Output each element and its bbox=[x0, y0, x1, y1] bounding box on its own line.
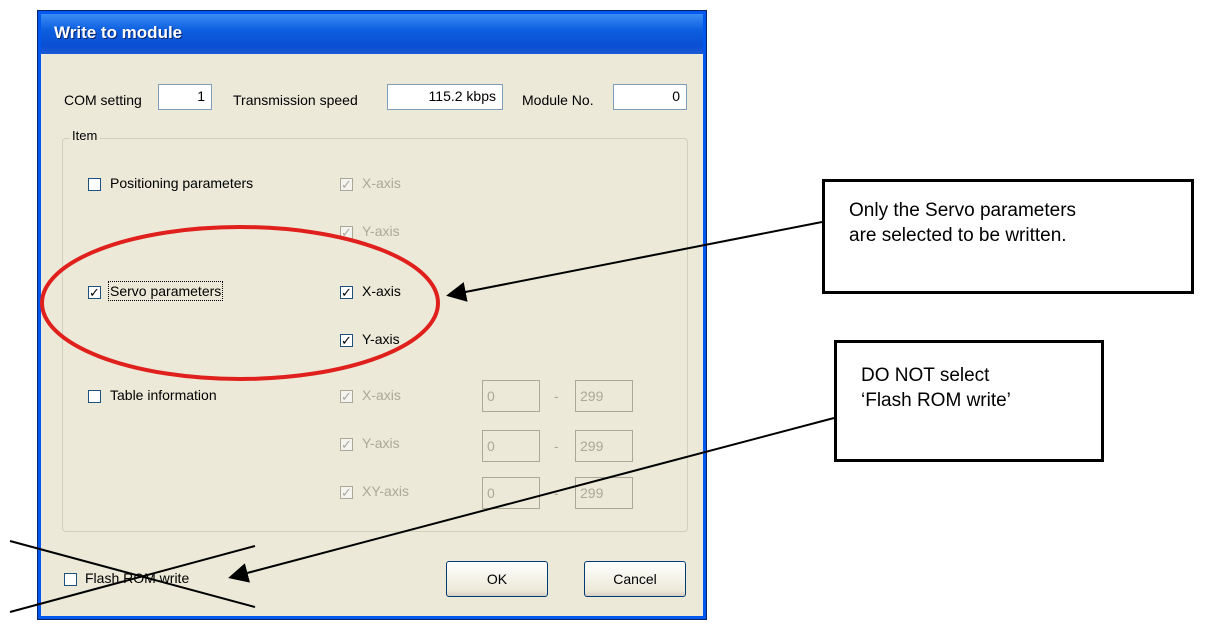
annotation-overlay bbox=[9, 221, 835, 613]
flash-strike-line-2 bbox=[9, 545, 256, 613]
servo-highlight-ellipse bbox=[40, 225, 440, 381]
flash-callout-arrow bbox=[228, 417, 835, 583]
flash-strike-line-1 bbox=[9, 540, 256, 608]
servo-callout-arrow bbox=[446, 221, 823, 302]
